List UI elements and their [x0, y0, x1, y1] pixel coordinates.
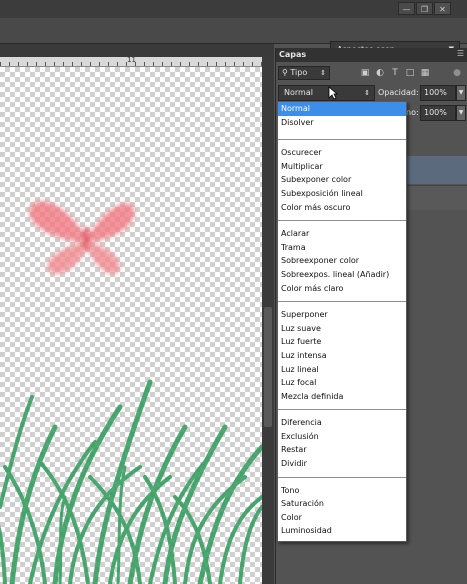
blend-option[interactable]: Luz lineal	[278, 363, 406, 377]
blend-option[interactable]: Luz intensa	[278, 349, 406, 363]
blend-option[interactable]: Diferencia	[278, 416, 406, 430]
blend-option[interactable]: Multiplicar	[278, 160, 406, 174]
blend-mode-select[interactable]: Normal ⇕	[278, 85, 375, 101]
blend-mode-dropdown: Normal Disolver Oscurecer Multiplicar Subexp…	[277, 101, 407, 542]
canvas-artwork	[0, 201, 262, 584]
blend-option[interactable]: Restar	[278, 443, 406, 457]
blend-option[interactable]: Subexposición lineal	[278, 187, 406, 201]
tab-capas[interactable]: Capas	[279, 50, 306, 59]
restore-button[interactable]: ❐	[416, 2, 433, 15]
blend-option[interactable]: Luz suave	[278, 322, 406, 336]
chevron-down-icon: ⇕	[364, 89, 370, 97]
options-bar: Aspectos esen. ▼	[0, 18, 467, 58]
pixel-filter-icon[interactable]: ▣	[360, 68, 370, 78]
smart-object-filter-icon[interactable]: ▦	[420, 68, 430, 78]
horizontal-ruler[interactable]: 11	[0, 57, 262, 67]
layer-row[interactable]	[406, 185, 467, 210]
blend-option[interactable]: Exclusión	[278, 430, 406, 444]
blend-option[interactable]: Disolver	[278, 116, 406, 130]
blend-option[interactable]: Aclarar	[278, 227, 406, 241]
blend-option[interactable]: Dividir	[278, 457, 406, 471]
blend-option[interactable]: Tono	[278, 484, 406, 498]
panel-header: Capas ☰	[276, 48, 467, 62]
grass-image	[0, 379, 262, 584]
blend-group: Diferencia Exclusión Restar Dividir	[278, 410, 406, 478]
vertical-scrollbar[interactable]	[262, 57, 274, 584]
scrollbar-thumb[interactable]	[264, 307, 272, 427]
fill-slider-button[interactable]: ▼	[456, 105, 466, 121]
filter-kind-select[interactable]: ⚲ Tipo ⇕	[278, 66, 330, 80]
blend-group: Oscurecer Multiplicar Subexponer color Sube…	[278, 140, 406, 222]
fill-field[interactable]: 100%	[420, 105, 456, 121]
blend-group: Normal Disolver	[278, 102, 406, 141]
fill-label: no:	[406, 108, 419, 117]
filter-toggle-icon[interactable]: ●	[452, 68, 462, 78]
blend-option[interactable]: Luz focal	[278, 376, 406, 390]
blend-option[interactable]: Sobreexpos. lineal (Añadir)	[278, 268, 406, 282]
type-filter-icon[interactable]: T	[390, 68, 400, 78]
blend-group: Tono Saturación Color Luminosidad	[278, 478, 406, 544]
blend-option[interactable]: Trama	[278, 241, 406, 255]
blend-option[interactable]: Sobreexponer color	[278, 254, 406, 268]
opacity-slider-button[interactable]: ▼	[456, 85, 466, 101]
opacity-label: Opacidad:	[378, 88, 419, 97]
blend-mode-value: Normal	[284, 88, 313, 97]
blend-option[interactable]: Luz fuerte	[278, 335, 406, 349]
blend-option[interactable]: Normal	[278, 102, 406, 116]
mouse-cursor-icon	[328, 86, 338, 100]
panel-menu-icon[interactable]: ☰	[457, 49, 464, 58]
blend-option[interactable]: Subexponer color	[278, 173, 406, 187]
blend-option[interactable]: Saturación	[278, 497, 406, 511]
butterfly-image	[29, 201, 135, 275]
minimize-button[interactable]: —	[398, 2, 415, 15]
search-icon: ⚲	[282, 68, 288, 77]
document-canvas[interactable]	[0, 67, 262, 584]
opacity-field[interactable]: 100%	[420, 85, 456, 101]
blend-option[interactable]: Luminosidad	[278, 524, 406, 538]
blend-group: Aclarar Trama Sobreexponer color Sobreexpos…	[278, 221, 406, 303]
adjustment-filter-icon[interactable]: ◐	[375, 68, 385, 78]
layer-row-selected[interactable]	[406, 156, 467, 184]
title-bar: — ❐ ✕	[0, 0, 467, 19]
blend-option[interactable]: Mezcla definida	[278, 390, 406, 404]
shape-filter-icon[interactable]: □	[405, 68, 415, 78]
blend-row: Normal ⇕ Opacidad: 100% ▼	[276, 84, 467, 102]
blend-option[interactable]: Oscurecer	[278, 146, 406, 160]
close-button[interactable]: ✕	[434, 2, 451, 15]
blend-group: Superponer Luz suave Luz fuerte Luz intensa…	[278, 302, 406, 411]
blend-option[interactable]: Color	[278, 511, 406, 525]
ruler-number: 11	[127, 57, 136, 64]
blend-option[interactable]: Color más claro	[278, 282, 406, 296]
layer-filter-row: ⚲ Tipo ⇕ ▣ ◐ T □ ▦ ●	[276, 64, 467, 82]
document-tab-strip	[0, 44, 274, 57]
chevron-updown-icon: ⇕	[320, 69, 326, 77]
filter-kind-label: Tipo	[290, 68, 308, 77]
blend-option[interactable]: Superponer	[278, 308, 406, 322]
blend-option[interactable]: Color más oscuro	[278, 201, 406, 215]
